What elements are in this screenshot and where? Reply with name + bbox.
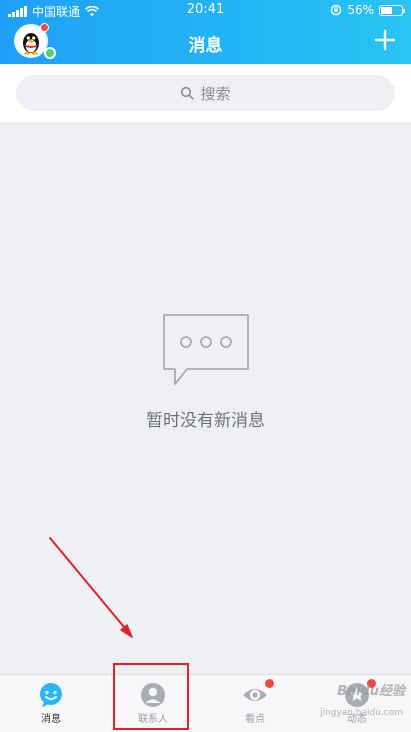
tab-label: 看点 [245,714,265,725]
empty-state-message: 暂时没有新消息 [146,411,265,431]
eye-icon [243,689,267,701]
search-input[interactable]: 搜索 [16,75,395,111]
tab-badge-dot [265,679,274,688]
annotation-highlight-box [113,663,189,730]
watermark-url: jingyan.baidu.com [319,708,403,718]
orientation-lock-icon [331,4,342,16]
tab-label: 消息 [41,714,61,725]
status-bar: 中国联通 20:41 56% [0,0,411,22]
battery-icon [379,4,405,16]
top-header: 中国联通 20:41 56% 消息 [0,0,411,64]
search-icon [181,86,195,100]
tab-highlights[interactable]: 看点 [204,675,306,732]
empty-message-icon [162,314,249,385]
search-placeholder: 搜索 [200,84,231,103]
search-section: 搜索 [0,64,411,122]
empty-state: 暂时没有新消息 [0,312,411,431]
watermark-brand: Baidu经验 [337,684,405,699]
status-right: 56% [330,3,405,17]
page-title: 消息 [188,36,223,56]
plus-icon[interactable] [373,28,397,52]
tab-messages[interactable]: 消息 [0,675,102,732]
chat-bubble-icon [40,683,62,707]
battery-percent: 56% [347,3,374,17]
